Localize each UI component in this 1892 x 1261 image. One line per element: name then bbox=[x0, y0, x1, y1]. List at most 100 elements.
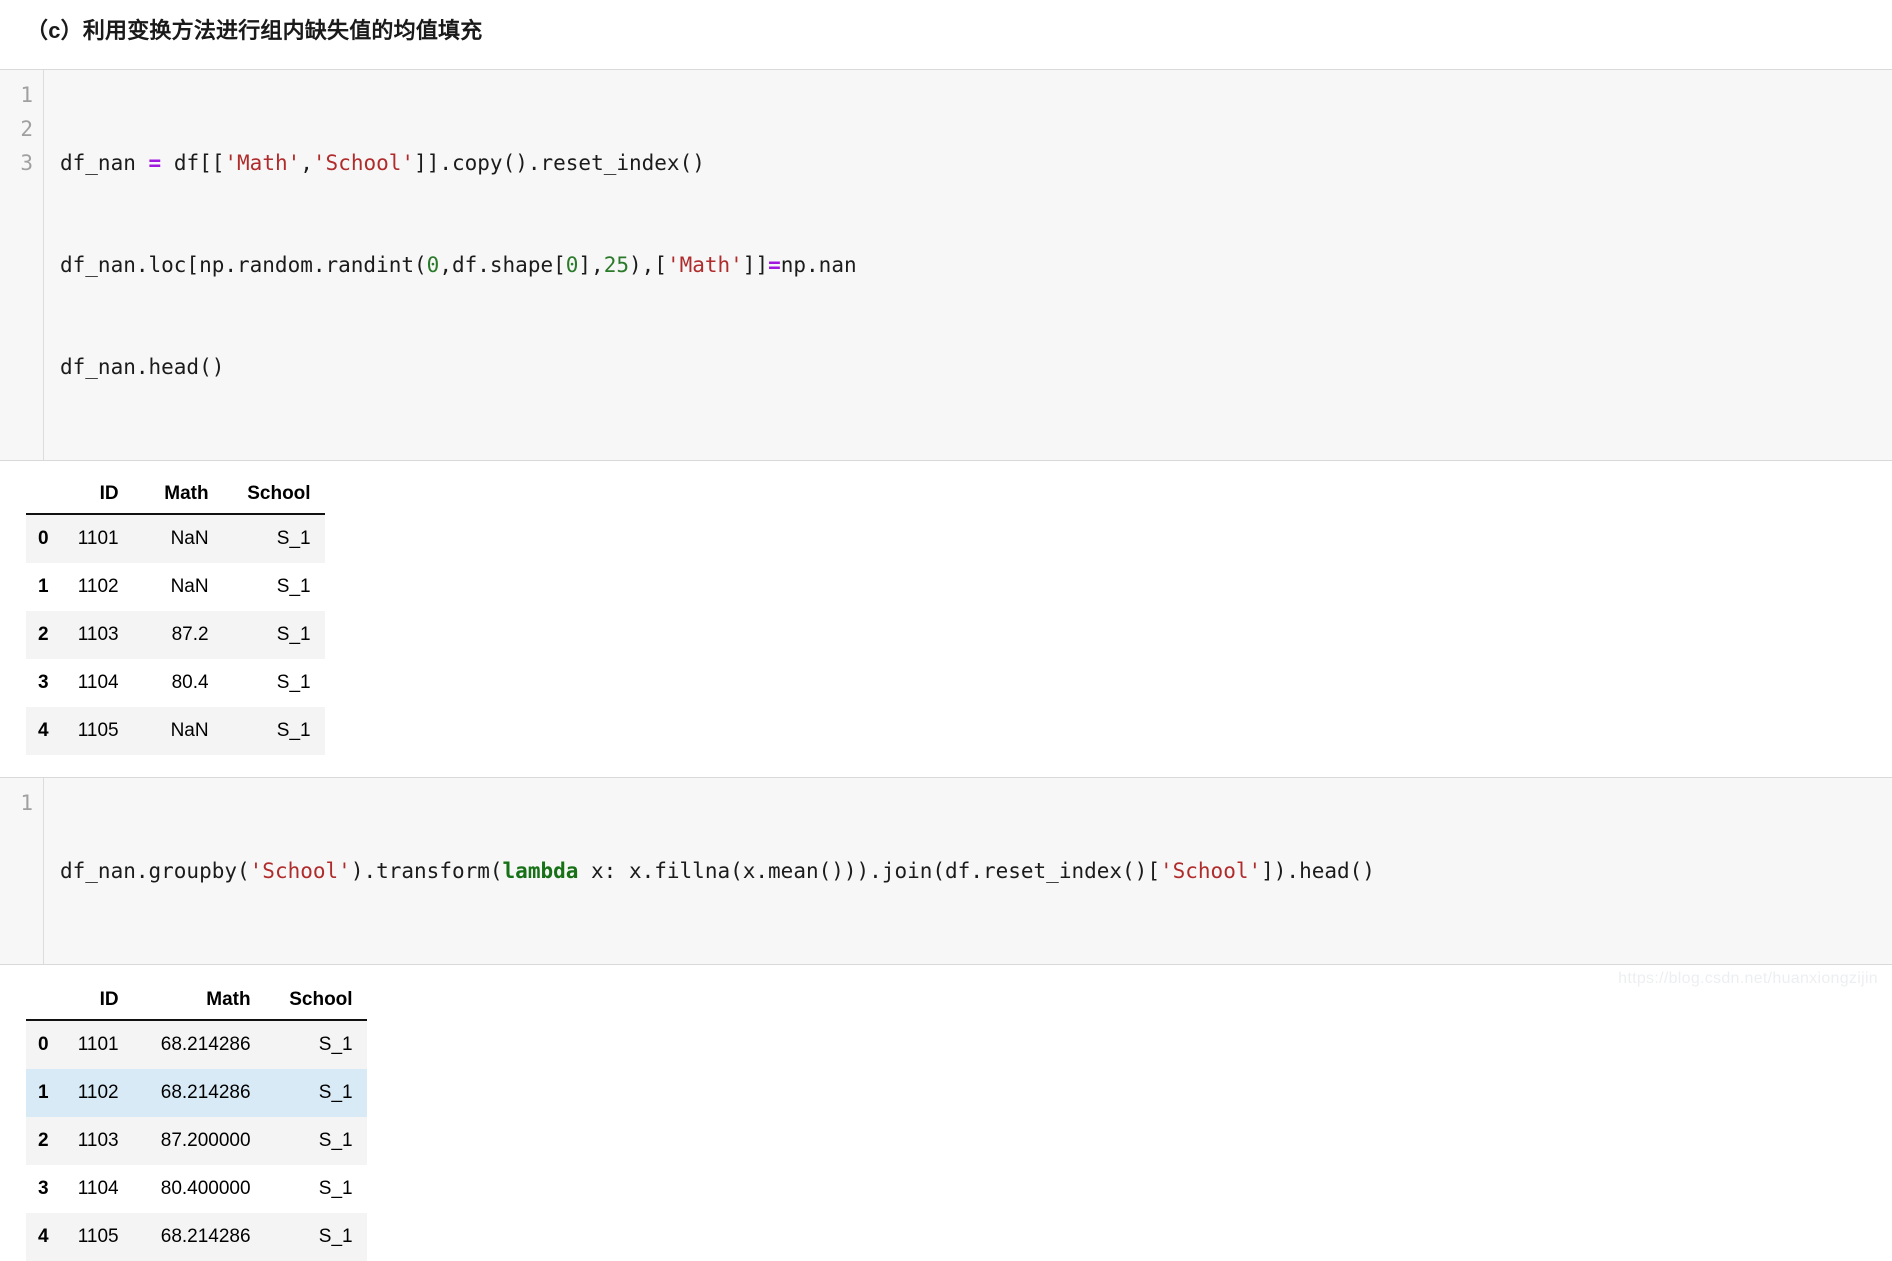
code-token-string: 'Math' bbox=[666, 252, 743, 277]
code-cell-1-source[interactable]: df_nan = df[['Math','School']].copy().re… bbox=[44, 70, 1892, 460]
code-token-string: 'School' bbox=[249, 858, 351, 883]
table-row: 1 1102 NaN S_1 bbox=[26, 562, 325, 611]
cell-math: 68.214286 bbox=[160, 1225, 251, 1247]
cell-school: S_1 bbox=[318, 1033, 353, 1055]
code-token-keyword: lambda bbox=[502, 858, 579, 883]
code-cell-2-source[interactable]: df_nan.groupby('School').transform(lambd… bbox=[44, 778, 1892, 964]
code-token: ]).head() bbox=[1261, 858, 1375, 883]
row-index: 4 bbox=[38, 719, 49, 741]
cell-school: S_1 bbox=[276, 719, 311, 741]
code-token-number: 0 bbox=[565, 252, 579, 277]
cell-id: 1103 bbox=[77, 623, 119, 645]
cell-math: NaN bbox=[170, 575, 209, 597]
line-number: 2 bbox=[20, 116, 33, 141]
code-token: df_nan.loc[np.random.randint( bbox=[60, 252, 427, 277]
cell-school: S_1 bbox=[318, 1081, 353, 1103]
code-token: , bbox=[300, 150, 313, 175]
table-row: 3 1104 80.400000 S_1 bbox=[26, 1164, 367, 1213]
code-token: ,df.shape[ bbox=[439, 252, 566, 277]
row-index: 3 bbox=[38, 671, 49, 693]
cell-math: 80.400000 bbox=[160, 1177, 251, 1199]
row-index: 0 bbox=[38, 527, 49, 549]
table-1-body: 0 1101 NaN S_1 1 1102 NaN S_1 2 1103 87.… bbox=[26, 513, 325, 755]
code-line-1: df_nan = df[['Math','School']].copy().re… bbox=[60, 146, 1892, 180]
cell-id: 1104 bbox=[77, 1177, 119, 1199]
line-number: 3 bbox=[20, 150, 33, 175]
code-token: ], bbox=[578, 252, 604, 277]
table-row: 4 1105 68.214286 S_1 bbox=[26, 1212, 367, 1261]
output-table-2-wrapper: ID Math School 0 1101 68.214286 S_1 1 11… bbox=[0, 982, 1892, 1261]
cell-school: S_1 bbox=[276, 623, 311, 645]
cell-math: 80.4 bbox=[171, 671, 209, 693]
code-cell-1[interactable]: 1 2 3 df_nan = df[['Math','School']].cop… bbox=[0, 68, 1892, 461]
table-row-highlighted: 1 1102 68.214286 S_1 bbox=[26, 1068, 367, 1117]
code-token: x: x.fillna(x.mean())).join(df.reset_ind… bbox=[578, 858, 1160, 883]
code-token: ]] bbox=[742, 252, 769, 277]
code-token: ]].copy().reset_index() bbox=[414, 150, 705, 175]
line-number: 1 bbox=[20, 82, 33, 107]
row-index: 2 bbox=[38, 623, 49, 645]
column-header-school: School bbox=[222, 476, 325, 514]
code-token: df[[ bbox=[161, 150, 225, 175]
cell-id: 1104 bbox=[77, 671, 119, 693]
row-index: 2 bbox=[38, 1129, 49, 1151]
output-table-1-wrapper: ID Math School 0 1101 NaN S_1 1 1102 NaN… bbox=[0, 476, 1892, 755]
code-token: np.nan bbox=[780, 252, 857, 277]
cell-id: 1105 bbox=[77, 719, 119, 741]
row-index: 4 bbox=[38, 1225, 49, 1247]
cell-school: S_1 bbox=[276, 575, 311, 597]
code-cell-2-gutter: 1 bbox=[0, 777, 44, 964]
table-2-header: ID Math School bbox=[26, 982, 367, 1020]
column-header-id: ID bbox=[58, 476, 133, 514]
code-line-2: df_nan.loc[np.random.randint( 0,df.shape[… bbox=[60, 248, 1892, 282]
column-header-school: School bbox=[264, 982, 367, 1020]
page-title: （c）利用变换方法进行组内缺失值的均值填充 bbox=[26, 18, 483, 43]
table-row: 3 1104 80.4 S_1 bbox=[26, 658, 325, 707]
code-token-string: 'Math' bbox=[224, 150, 301, 175]
row-index: 0 bbox=[38, 1033, 49, 1055]
column-header-math: Math bbox=[132, 982, 265, 1020]
table-row: 2 1103 87.2 S_1 bbox=[26, 610, 325, 659]
cell-id: 1101 bbox=[77, 1033, 119, 1055]
code-token: df_nan.groupby( bbox=[60, 858, 250, 883]
code-token-operator: = bbox=[768, 252, 781, 277]
table-row: 0 1101 68.214286 S_1 bbox=[26, 1019, 367, 1069]
row-index: 3 bbox=[38, 1177, 49, 1199]
code-line-3: df_nan.head() bbox=[60, 350, 1892, 384]
cell-id: 1102 bbox=[77, 575, 119, 597]
code-cell-2[interactable]: 1 df_nan.groupby('School').transform(lam… bbox=[0, 776, 1892, 965]
cell-id: 1105 bbox=[77, 1225, 119, 1247]
dataframe-table-1: ID Math School 0 1101 NaN S_1 1 1102 NaN… bbox=[26, 476, 325, 755]
column-header-id: ID bbox=[58, 982, 133, 1020]
spacer-title-code1 bbox=[0, 47, 1892, 69]
table-header-row: ID Math School bbox=[26, 476, 325, 514]
code-token-string: 'School' bbox=[312, 150, 415, 175]
cell-school: S_1 bbox=[318, 1177, 353, 1199]
code-token: df_nan bbox=[60, 150, 149, 175]
cell-school: S_1 bbox=[276, 527, 311, 549]
code-cell-1-gutter: 1 2 3 bbox=[0, 69, 44, 460]
table-header-row: ID Math School bbox=[26, 982, 367, 1020]
cell-math: NaN bbox=[170, 719, 209, 741]
cell-math: 87.2 bbox=[171, 623, 209, 645]
table-row: 4 1105 NaN S_1 bbox=[26, 706, 325, 755]
table-row: 0 1101 NaN S_1 bbox=[26, 513, 325, 563]
column-header-index bbox=[26, 982, 59, 1020]
cell-math: NaN bbox=[170, 527, 209, 549]
row-index: 1 bbox=[38, 575, 49, 597]
cell-id: 1103 bbox=[77, 1129, 119, 1151]
line-number: 1 bbox=[20, 790, 33, 815]
table-2-body: 0 1101 68.214286 S_1 1 1102 68.214286 S_… bbox=[26, 1019, 367, 1261]
spacer-table1-code2 bbox=[0, 755, 1892, 777]
cell-math: 68.214286 bbox=[160, 1033, 251, 1055]
code-token-number: 25 bbox=[603, 252, 629, 277]
cell-id: 1101 bbox=[77, 527, 119, 549]
dataframe-table-2: ID Math School 0 1101 68.214286 S_1 1 11… bbox=[26, 982, 367, 1261]
code-token: ).transform( bbox=[350, 858, 503, 883]
code-token-string: 'School' bbox=[1159, 858, 1262, 883]
code-token: ),[ bbox=[629, 252, 667, 277]
cell-math: 87.200000 bbox=[160, 1129, 251, 1151]
column-header-math: Math bbox=[132, 476, 223, 514]
cell-school: S_1 bbox=[276, 671, 311, 693]
cell-id: 1102 bbox=[77, 1081, 119, 1103]
